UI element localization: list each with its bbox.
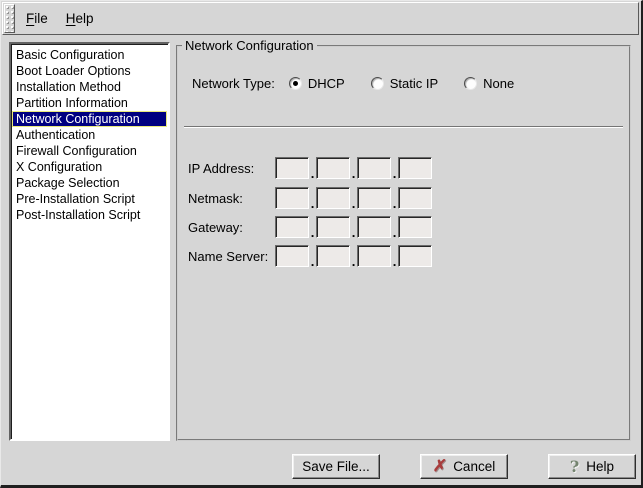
ip-address-octet-1[interactable] (275, 157, 309, 179)
sidebar-item-partition-information[interactable]: Partition Information (12, 95, 167, 111)
radio-none[interactable]: None (464, 76, 514, 91)
radio-button-icon (371, 77, 384, 90)
gateway-octet-3[interactable] (357, 216, 391, 238)
frame-title: Network Configuration (182, 38, 317, 53)
save-file-button-label: Save File... (302, 459, 370, 474)
radio-static-ip[interactable]: Static IP (371, 76, 438, 91)
sidebar-item-firewall-configuration[interactable]: Firewall Configuration (12, 143, 167, 159)
name-server-octet-2[interactable] (316, 245, 350, 267)
gateway-octet-1[interactable] (275, 216, 309, 238)
ip-address-label: IP Address: (188, 161, 275, 176)
radio-static-ip-label: Static IP (390, 76, 438, 91)
cancel-button-label: Cancel (453, 459, 495, 474)
radio-dhcp[interactable]: DHCP (289, 76, 345, 91)
name-server-octet-1[interactable] (275, 245, 309, 267)
save-file-button[interactable]: Save File... (292, 454, 380, 479)
radio-dhcp-label: DHCP (308, 76, 345, 91)
network-type-label: Network Type: (192, 76, 275, 91)
ip-address-octet-4[interactable] (398, 157, 432, 179)
horizontal-separator (184, 126, 623, 128)
menu-file[interactable]: File (17, 3, 57, 34)
help-button-label: Help (586, 459, 614, 474)
sidebar-item-network-configuration[interactable]: Network Configuration (12, 111, 167, 127)
sidebar-item-boot-loader-options[interactable]: Boot Loader Options (12, 63, 167, 79)
netmask-octet-4[interactable] (398, 187, 432, 209)
octet-separator: . (350, 199, 357, 209)
network-configuration-frame: Network Configuration Network Type: DHCP… (176, 45, 631, 441)
octet-separator: . (309, 199, 316, 209)
menu-help[interactable]: Help (57, 3, 103, 34)
gateway-label: Gateway: (188, 220, 275, 235)
netmask-octet-1[interactable] (275, 187, 309, 209)
gateway-octet-2[interactable] (316, 216, 350, 238)
netmask-octets: . . . (275, 187, 432, 209)
radio-button-icon (289, 77, 302, 90)
netmask-row: Netmask: . . . (188, 187, 432, 209)
sidebar-item-basic-configuration[interactable]: Basic Configuration (12, 47, 167, 63)
category-list: Basic Configuration Boot Loader Options … (9, 42, 170, 441)
netmask-octet-2[interactable] (316, 187, 350, 209)
radio-none-label: None (483, 76, 514, 91)
octet-separator: . (391, 228, 398, 238)
ip-address-octet-2[interactable] (316, 157, 350, 179)
radio-button-icon (464, 77, 477, 90)
name-server-row: Name Server: . . . (188, 245, 432, 267)
menu-help-mnemonic: H (66, 11, 76, 26)
octet-separator: . (350, 228, 357, 238)
name-server-octets: . . . (275, 245, 432, 267)
ip-address-octets: . . . (275, 157, 432, 179)
cancel-button[interactable]: ✗ Cancel (420, 454, 508, 479)
netmask-label: Netmask: (188, 191, 275, 206)
network-type-row: Network Type: DHCP Static IP None (192, 75, 540, 92)
sidebar-item-installation-method[interactable]: Installation Method (12, 79, 167, 95)
octet-separator: . (350, 169, 357, 179)
octet-separator: . (391, 169, 398, 179)
ip-address-octet-3[interactable] (357, 157, 391, 179)
ip-address-row: IP Address: . . . (188, 157, 432, 179)
cancel-x-icon: ✗ (432, 459, 447, 475)
sidebar-item-authentication[interactable]: Authentication (12, 127, 167, 143)
octet-separator: . (391, 199, 398, 209)
menu-file-rest: ile (34, 11, 48, 26)
sidebar-item-post-installation-script[interactable]: Post-Installation Script (12, 207, 167, 223)
help-question-icon: ? (570, 459, 579, 475)
netmask-octet-3[interactable] (357, 187, 391, 209)
octet-separator: . (309, 257, 316, 267)
gateway-row: Gateway: . . . (188, 216, 432, 238)
gateway-octet-4[interactable] (398, 216, 432, 238)
gateway-octets: . . . (275, 216, 432, 238)
octet-separator: . (391, 257, 398, 267)
sidebar-item-x-configuration[interactable]: X Configuration (12, 159, 167, 175)
sidebar-item-package-selection[interactable]: Package Selection (12, 175, 167, 191)
menu-file-mnemonic: F (26, 11, 34, 26)
app-window: File Help Basic Configuration Boot Loade… (0, 0, 643, 488)
octet-separator: . (309, 169, 316, 179)
octet-separator: . (309, 228, 316, 238)
name-server-octet-4[interactable] (398, 245, 432, 267)
menu-help-rest: elp (76, 11, 94, 26)
octet-separator: . (350, 257, 357, 267)
help-button[interactable]: ? Help (548, 454, 636, 479)
name-server-label: Name Server: (188, 249, 275, 264)
menu-bar: File Help (2, 2, 639, 35)
menubar-drag-handle-icon[interactable] (4, 4, 15, 33)
sidebar-item-pre-installation-script[interactable]: Pre-Installation Script (12, 191, 167, 207)
name-server-octet-3[interactable] (357, 245, 391, 267)
